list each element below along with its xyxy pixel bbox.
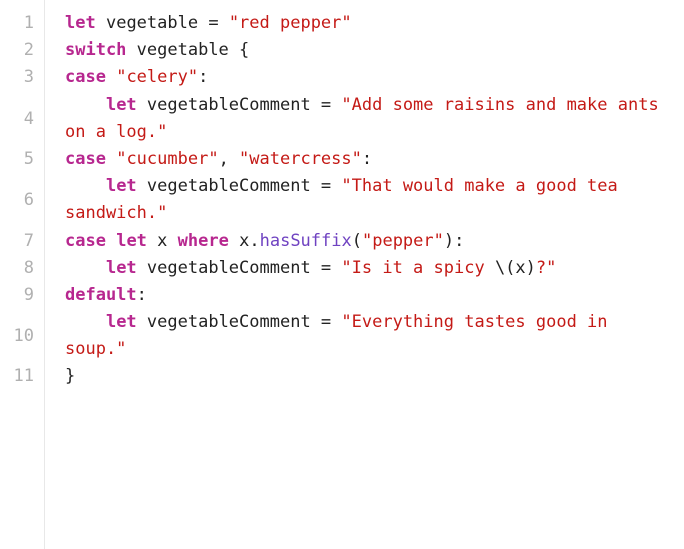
code-area[interactable]: let vegetable = "red pepper" switch vege… <box>45 0 684 549</box>
line-number: 8 <box>0 255 34 282</box>
code-line: switch vegetable { <box>65 37 674 64</box>
line-number: 11 <box>0 363 34 390</box>
code-line: let vegetableComment = "Add some raisins… <box>65 92 674 146</box>
line-number: 5 <box>0 146 34 173</box>
line-number: 9 <box>0 282 34 309</box>
line-number-gutter: 1 2 3 4 5 6 7 8 9 10 11 <box>0 0 45 549</box>
code-line: } <box>65 363 674 390</box>
code-line: case "cucumber", "watercress": <box>65 146 674 173</box>
line-number: 2 <box>0 37 34 64</box>
code-line: let vegetableComment = "Everything taste… <box>65 309 674 363</box>
code-line: let vegetable = "red pepper" <box>65 10 674 37</box>
code-line: let vegetableComment = "That would make … <box>65 173 674 227</box>
line-number: 10 <box>0 309 34 363</box>
code-line: case let x where x.hasSuffix("pepper"): <box>65 228 674 255</box>
line-number: 4 <box>0 92 34 146</box>
code-line: case "celery": <box>65 64 674 91</box>
line-number: 7 <box>0 228 34 255</box>
code-line: let vegetableComment = "Is it a spicy \(… <box>65 255 674 282</box>
code-line: default: <box>65 282 674 309</box>
line-number: 6 <box>0 173 34 227</box>
line-number: 1 <box>0 10 34 37</box>
line-number: 3 <box>0 64 34 91</box>
